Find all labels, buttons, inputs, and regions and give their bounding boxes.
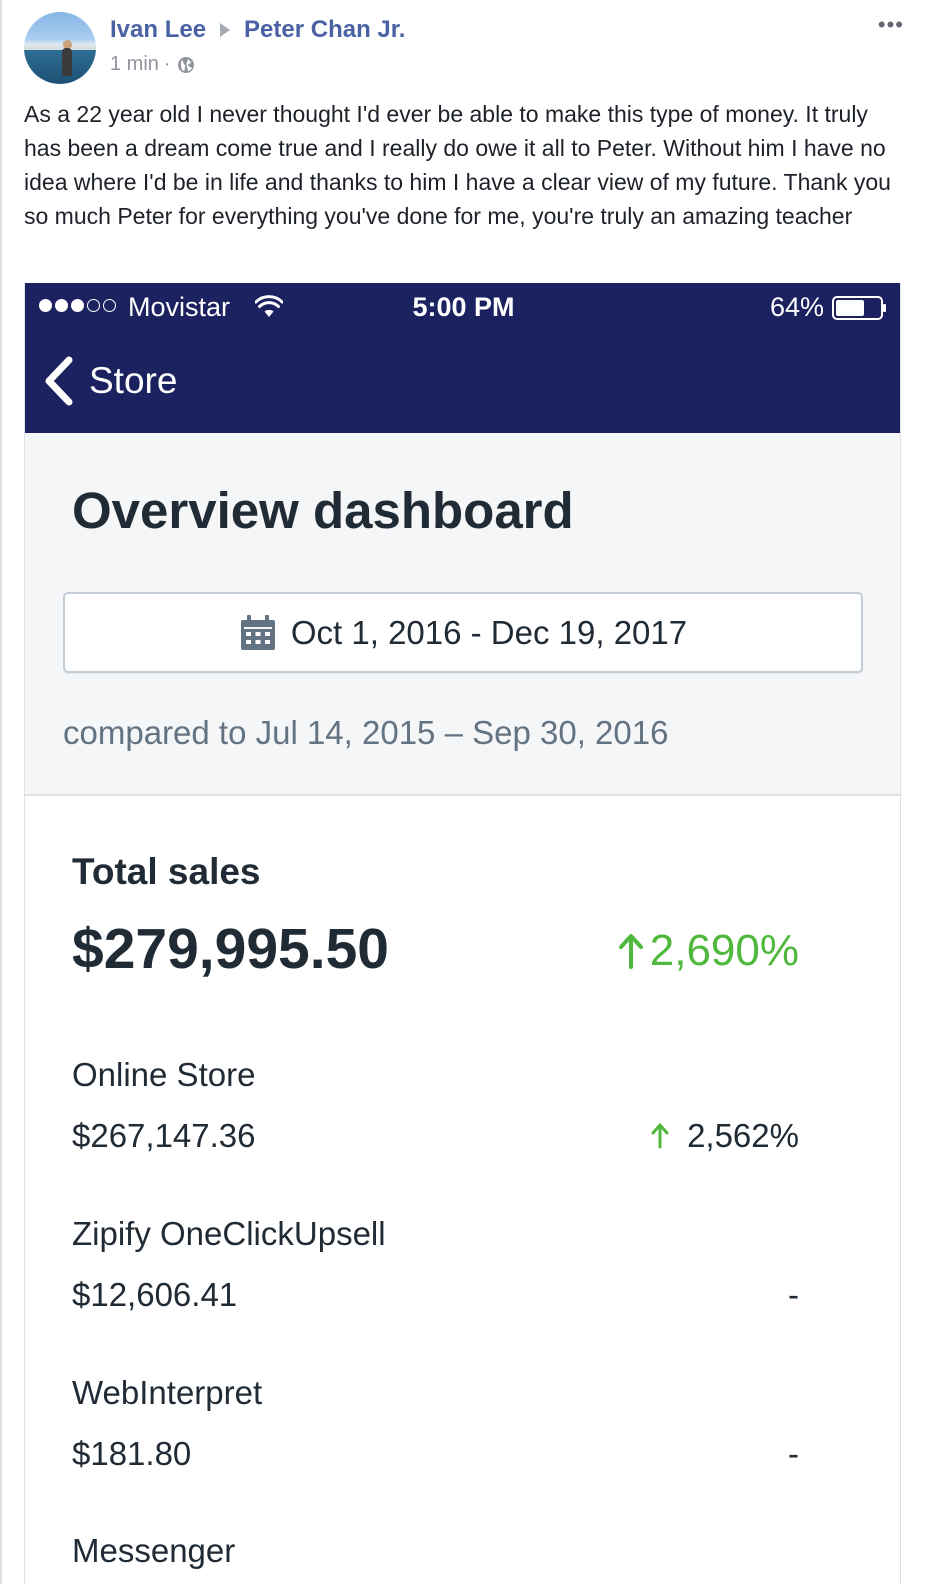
author-name-link[interactable]: Ivan Lee	[110, 16, 206, 44]
navigation-bar: Store	[25, 331, 900, 433]
channel-name-zipify: Zipify OneClickUpsell	[72, 1215, 386, 1252]
avatar-person-body	[62, 48, 72, 76]
date-range-label: Oct 1, 2016 - Dec 19, 2017	[290, 613, 688, 651]
avatar-shoreline	[24, 46, 96, 50]
page-title: Overview dashboard	[72, 482, 574, 539]
channel-change-value: 2,562%	[687, 1117, 799, 1154]
arrow-up-icon	[618, 934, 643, 969]
feed-border	[0, 0, 2, 1584]
globe-icon[interactable]	[177, 56, 195, 74]
status-bar: Movistar 5:00 PM 64%	[25, 283, 900, 331]
channel-name-messenger: Messenger	[72, 1532, 236, 1569]
post-body: As a 22 year old I never thought I'd eve…	[24, 101, 891, 229]
more-options-icon[interactable]: •••	[878, 14, 904, 36]
calendar-icon	[240, 614, 275, 650]
author-avatar[interactable]	[24, 12, 96, 84]
post-meta: 1 min ·	[110, 53, 195, 76]
dashboard-header: Overview dashboard Oct 1, 2016 - Dec 19,…	[25, 433, 900, 796]
total-sales-change-value: 2,690%	[649, 926, 799, 975]
phone-screenshot: Movistar 5:00 PM 64% Store Overview dash…	[24, 283, 901, 1584]
channel-value-zipify: $12,606.41	[72, 1276, 238, 1313]
channel-name-webinterpret: WebInterpret	[72, 1374, 263, 1411]
channel-value-webinterpret: $181.80	[72, 1435, 192, 1472]
arrow-up-icon	[651, 1123, 669, 1149]
arrow-right-icon	[220, 23, 231, 37]
date-range-button[interactable]: Oct 1, 2016 - Dec 19, 2017	[63, 592, 863, 673]
channel-change-webinterpret: -	[788, 1435, 799, 1472]
total-sales-label: Total sales	[72, 851, 261, 892]
channel-name-online-store: Online Store	[72, 1056, 256, 1093]
battery-level-fill	[836, 300, 864, 316]
post-author-line: Ivan Lee Peter Chan Jr.	[110, 16, 405, 44]
chevron-left-icon	[45, 356, 73, 406]
channel-change-zipify: -	[788, 1276, 799, 1313]
meta-separator: ·	[163, 53, 171, 75]
channel-change-online-store: 2,562%	[651, 1117, 799, 1155]
back-to-store-button[interactable]: Store	[41, 353, 177, 409]
total-sales-value: $279,995.50	[72, 917, 389, 981]
comparison-period: compared to Jul 14, 2015 – Sep 30, 2016	[63, 714, 669, 751]
recipient-name-link[interactable]: Peter Chan Jr.	[244, 16, 405, 44]
total-sales-card[interactable]: Total sales $279,995.50 2,690% Online St…	[25, 796, 900, 1584]
facebook-post: Ivan Lee Peter Chan Jr. 1 min · ••• As a…	[0, 0, 926, 1584]
back-label: Store	[89, 360, 178, 401]
total-sales-change: 2,690%	[618, 926, 799, 976]
channel-value-online-store: $267,147.36	[72, 1117, 256, 1154]
battery-icon	[832, 296, 886, 320]
post-timestamp[interactable]: 1 min	[110, 53, 159, 76]
battery-percentage: 64%	[769, 292, 824, 322]
